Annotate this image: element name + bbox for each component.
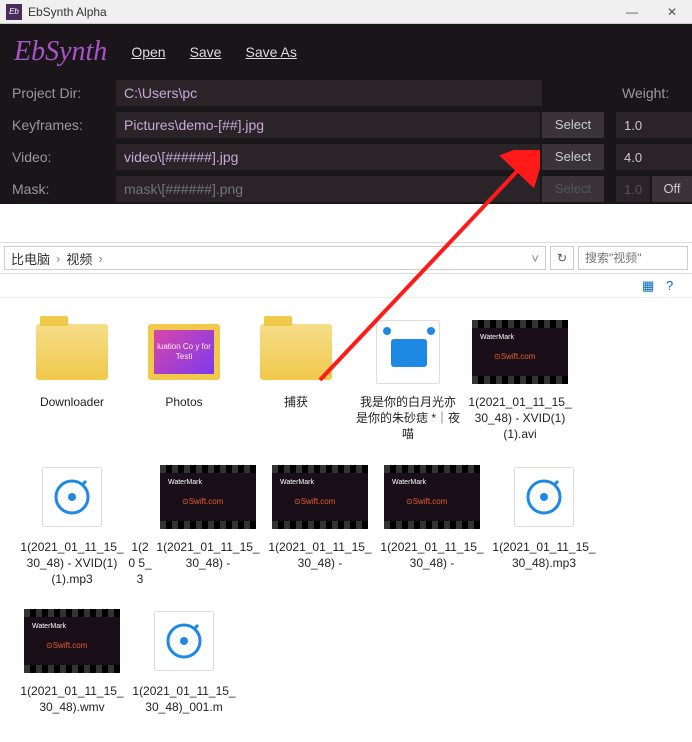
breadcrumb-seg-0[interactable]: 比电脑	[9, 249, 52, 268]
menu-open[interactable]: Open	[131, 44, 165, 60]
project-dir-label: Project Dir:	[0, 85, 116, 101]
folder-icon	[36, 324, 108, 380]
file-grid: Downloader luation Co y for Testi Photos 捕获…	[0, 298, 692, 742]
file-item[interactable]: WaterMark⊙Swift.com 1(2021_01_11_15_30_48…	[464, 316, 576, 443]
mask-off-button[interactable]: Off	[652, 176, 692, 202]
file-item[interactable]: 1(2021_01_11_15_30_48) - XVID(1)(1).mp3	[16, 461, 128, 588]
menu-save-as[interactable]: Save As	[245, 44, 296, 60]
file-item[interactable]: luation Co y for Testi Photos	[128, 316, 240, 443]
weight-header-label: Weight:	[608, 85, 692, 101]
file-item[interactable]: 捕获	[240, 316, 352, 443]
file-label: 1(2021_01_11_15_30_48)_001.m	[132, 683, 236, 715]
audio-file-icon	[514, 467, 574, 527]
chevron-right-icon: ›	[52, 251, 64, 266]
mask-select-button: Select	[542, 176, 604, 202]
project-dir-input[interactable]	[116, 80, 542, 106]
file-label: 1(2021_01_11_15_30_48).wmv	[20, 683, 124, 715]
file-item[interactable]: 1(2021_01_11_15_30_48)_001.m	[128, 605, 240, 715]
keyframes-select-button[interactable]: Select	[542, 112, 604, 138]
file-item[interactable]: WaterMark⊙Swift.com 1(2021_01_11_15_30_48…	[264, 461, 376, 588]
explorer-nav-bar: 比电脑 › 视频 › ˅ ↻	[0, 242, 692, 274]
audio-file-icon	[42, 467, 102, 527]
app-logo: EbSynth	[14, 36, 107, 68]
ebsynth-panel: EbSynth Open Save Save As Project Dir: W…	[0, 24, 692, 204]
help-icon[interactable]: ?	[666, 278, 682, 294]
file-item[interactable]: WaterMark⊙Swift.com 1(2021_01_11_15_30_48…	[376, 461, 488, 588]
keyframes-weight-input[interactable]	[616, 112, 692, 138]
explorer-toolbar: ▦ ?	[0, 274, 692, 298]
menu-save[interactable]: Save	[190, 44, 222, 60]
video-select-button[interactable]: Select	[542, 144, 604, 170]
file-label: Photos	[165, 394, 202, 410]
video-label: Video:	[0, 149, 116, 165]
keyframes-input[interactable]	[116, 112, 540, 138]
video-thumbnail: WaterMark⊙Swift.com	[384, 465, 480, 529]
search-input[interactable]	[578, 246, 688, 270]
file-label: 1(2021_01_11_15_30_48) -	[156, 539, 260, 571]
window-titlebar: Eb EbSynth Alpha — ✕	[0, 0, 692, 24]
file-label: 我是你的白月光亦是你的朱砂痣 *｜夜喵	[356, 394, 460, 443]
video-thumbnail: WaterMark⊙Swift.com	[160, 465, 256, 529]
file-item[interactable]: 1(2021_01_11_15_30_48).mp3	[488, 461, 600, 588]
video-thumbnail: WaterMark⊙Swift.com	[272, 465, 368, 529]
chevron-down-icon[interactable]: ˅	[525, 251, 545, 266]
file-label: Downloader	[40, 394, 104, 410]
file-label: 1(20 5_3	[128, 539, 152, 588]
video-thumbnail: WaterMark⊙Swift.com	[24, 609, 120, 673]
window-title: EbSynth Alpha	[28, 5, 612, 19]
folder-icon	[260, 324, 332, 380]
breadcrumb-seg-1[interactable]: 视频	[64, 249, 94, 268]
file-item[interactable]: WaterMark⊙Swift.com 1(2021_01_11_15_30_48…	[16, 605, 128, 715]
file-item[interactable]: 我是你的白月光亦是你的朱砂痣 *｜夜喵	[352, 316, 464, 443]
mask-label: Mask:	[0, 181, 116, 197]
file-item[interactable]: Downloader	[16, 316, 128, 443]
close-button[interactable]: ✕	[652, 0, 692, 24]
video-file-icon	[376, 320, 440, 384]
video-input[interactable]	[116, 144, 540, 170]
video-weight-input[interactable]	[616, 144, 692, 170]
breadcrumb[interactable]: 比电脑 › 视频 › ˅	[4, 246, 546, 270]
video-thumbnail: WaterMark⊙Swift.com	[472, 320, 568, 384]
file-item[interactable]: WaterMark⊙Swift.com 1(2021_01_11_15_30_48…	[152, 461, 264, 588]
file-label: 1(2021_01_11_15_30_48) -	[380, 539, 484, 571]
file-label: 1(2021_01_11_15_30_48).mp3	[492, 539, 596, 571]
file-label: 1(2021_01_11_15_30_48) - XVID(1)(1).mp3	[20, 539, 124, 588]
folder-icon: luation Co y for Testi	[148, 324, 220, 380]
minimize-button[interactable]: —	[612, 0, 652, 24]
app-icon: Eb	[6, 4, 22, 20]
mask-input[interactable]	[116, 176, 540, 202]
file-item[interactable]: 1(20 5_3	[128, 461, 152, 588]
refresh-button[interactable]: ↻	[550, 246, 574, 270]
mask-weight-input	[616, 176, 650, 202]
view-options-icon[interactable]: ▦	[642, 278, 658, 294]
file-label: 1(2021_01_11_15_30_48) -	[268, 539, 372, 571]
audio-file-icon	[154, 611, 214, 671]
file-label: 1(2021_01_11_15_30_48) - XVID(1)(1).avi	[468, 394, 572, 443]
file-label: 捕获	[284, 394, 308, 410]
keyframes-label: Keyframes:	[0, 117, 116, 133]
chevron-right-icon: ›	[94, 251, 106, 266]
